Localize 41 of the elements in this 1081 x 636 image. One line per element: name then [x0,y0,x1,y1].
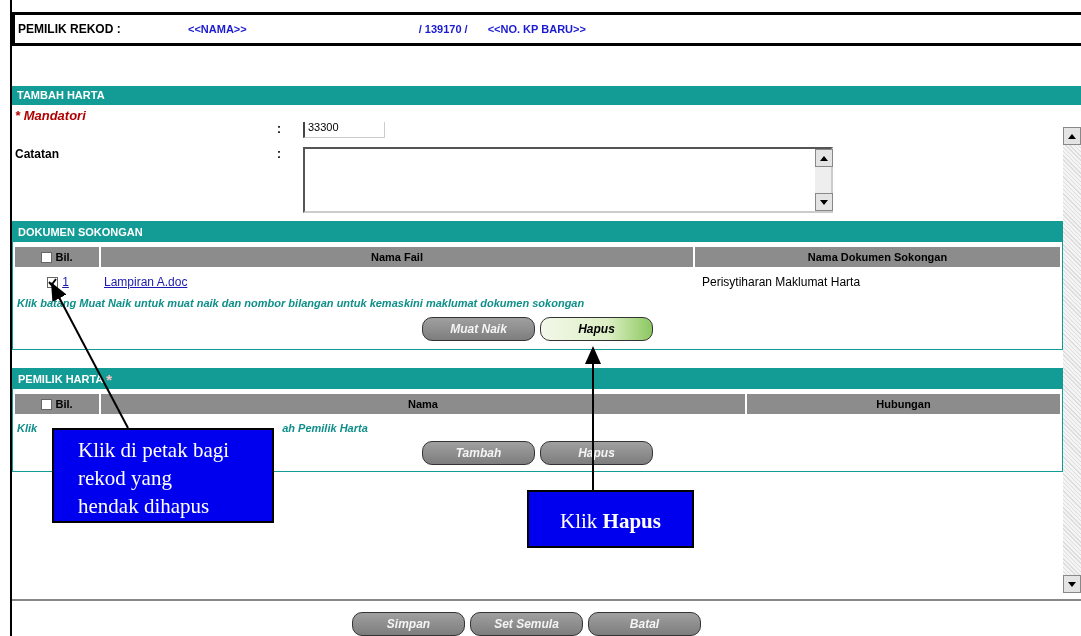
column-header: Nama Fail [101,247,693,268]
field-label: Catatan [14,147,60,162]
scroll-down-icon[interactable] [820,199,828,205]
section-title-bar: TAMBAH HARTA [12,85,1081,106]
row-number-link[interactable]: 1 [62,275,69,290]
hint-text: Klik [17,422,38,435]
record-number: / 139170 / [418,22,468,35]
scroll-up-icon[interactable] [1068,133,1076,139]
table-cell-text: Perisytiharan Maklumat Harta [701,275,862,290]
scroll-down-icon[interactable] [1068,581,1076,587]
record-owner-label: PEMILIK REKOD : [18,21,122,36]
callout-box: Klik Hapus [527,490,694,548]
column-header: Nama [101,394,745,415]
column-header: Hubungan [747,394,1060,415]
required-mark: * [106,370,113,388]
mandatory-note: * Mandatori [15,108,87,123]
postcode-field[interactable]: 33300 [303,122,385,139]
ic-number: <<NO. KP BARU>> [487,22,586,35]
checkbox[interactable] [41,251,53,263]
checkbox[interactable] [41,398,53,410]
action-button[interactable]: Set Semula [470,612,583,636]
owner-name: <<NAMA>> [188,22,247,35]
action-button[interactable]: Batal [588,612,701,636]
hint-text: ah Pemilik Harta [282,422,368,435]
section-title-bar: DOKUMEN SOKONGAN [13,222,1062,243]
column-header: Bil. [15,247,99,268]
colon: : [277,122,282,137]
colon: : [277,147,282,162]
column-header: Nama Dokumen Sokongan [695,247,1060,268]
column-header: Bil. [15,394,99,415]
delete-button[interactable]: Hapus [540,317,653,342]
section-title: PEMILIK HARTA [18,373,104,386]
notes-field[interactable] [303,147,833,214]
file-link[interactable]: Lampiran A.doc [101,275,698,290]
action-button[interactable]: Simpan [352,612,465,636]
scrollbar[interactable] [1063,127,1081,593]
action-button[interactable]: Muat Naik [422,317,535,342]
checkbox[interactable] [47,276,59,288]
callout-box: Klik di petak bagi rekod yang hendak dihapus [52,428,274,523]
action-button[interactable]: Tambah [422,441,535,466]
scroll-up-icon[interactable] [820,155,828,161]
